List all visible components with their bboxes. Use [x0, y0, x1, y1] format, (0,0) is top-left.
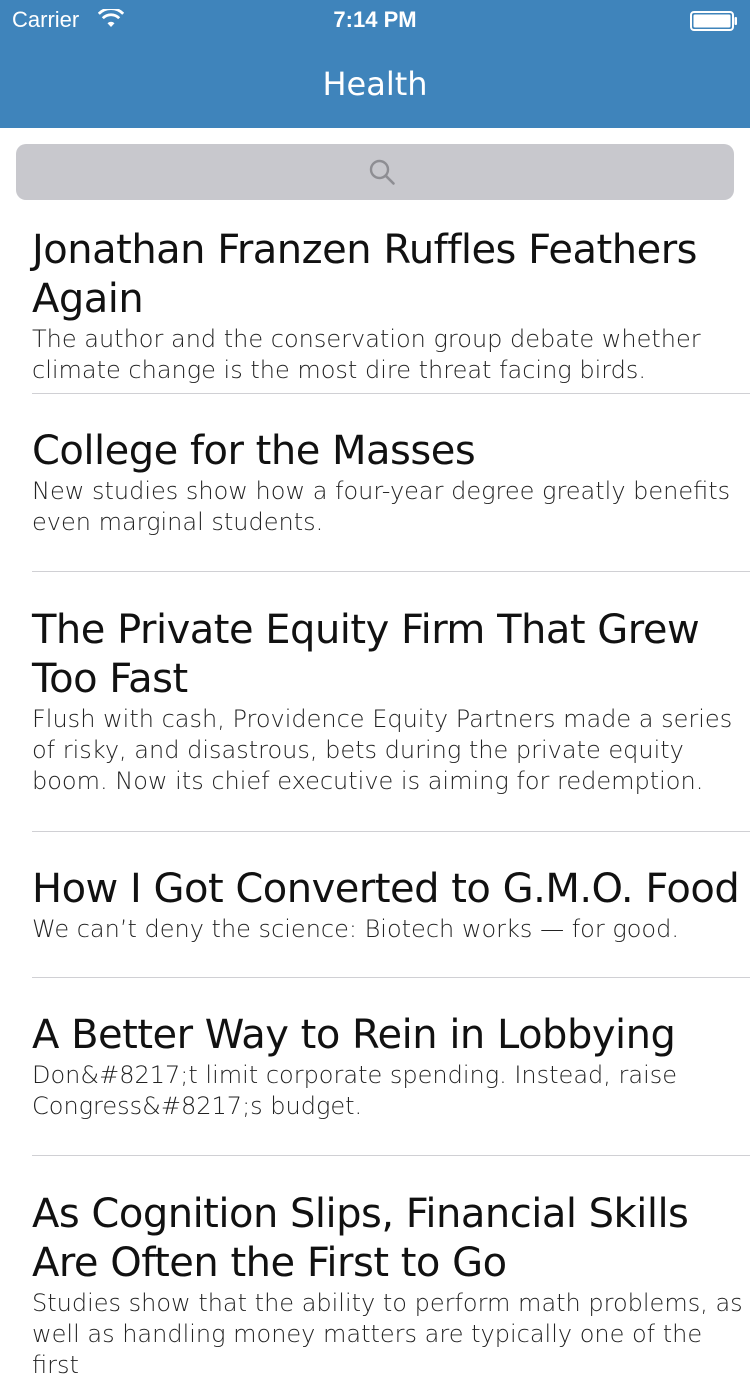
status-time: 7:14 PM: [333, 7, 417, 32]
article-summary: We can’t deny the science: Biotech works…: [32, 915, 679, 943]
battery-icon: [690, 11, 737, 31]
search-bar[interactable]: [16, 144, 734, 200]
list-divider: [32, 571, 750, 572]
article-item[interactable]: As Cognition Slips, Financial Skills Are…: [32, 1190, 750, 1381]
article-title: Jonathan Franzen Ruffles Feathers Again: [32, 227, 697, 322]
search-icon: [369, 159, 395, 185]
article-item[interactable]: A Better Way to Rein in Lobbying Don&#82…: [32, 1011, 750, 1122]
article-item[interactable]: College for the Masses New studies show …: [32, 427, 750, 538]
article-summary: Studies show that the ability to perform…: [32, 1289, 743, 1379]
article-item[interactable]: How I Got Converted to G.M.O. Food We ca…: [32, 865, 750, 945]
article-item[interactable]: The Private Equity Firm That Grew Too Fa…: [32, 606, 750, 797]
list-divider: [32, 393, 750, 394]
article-summary: New studies show how a four-year degree …: [32, 477, 731, 536]
article-title: The Private Equity Firm That Grew Too Fa…: [32, 607, 700, 702]
status-bar: Carrier 7:14 PM: [0, 0, 750, 40]
article-summary: Flush with cash, Providence Equity Partn…: [32, 705, 733, 795]
article-summary: Don&#8217;t limit corporate spending. In…: [32, 1061, 678, 1120]
article-item[interactable]: Jonathan Franzen Ruffles Feathers Again …: [32, 226, 750, 386]
list-divider: [32, 1155, 750, 1156]
article-summary: The author and the conservation group de…: [32, 325, 701, 384]
article-title: A Better Way to Rein in Lobbying: [32, 1012, 676, 1058]
page-title: Health: [322, 65, 428, 103]
article-title: As Cognition Slips, Financial Skills Are…: [32, 1191, 689, 1286]
article-title: How I Got Converted to G.M.O. Food: [32, 866, 740, 912]
list-divider: [32, 977, 750, 978]
list-divider: [32, 831, 750, 832]
navigation-header: Carrier 7:14 PM Health: [0, 0, 750, 128]
article-title: College for the Masses: [32, 428, 476, 474]
